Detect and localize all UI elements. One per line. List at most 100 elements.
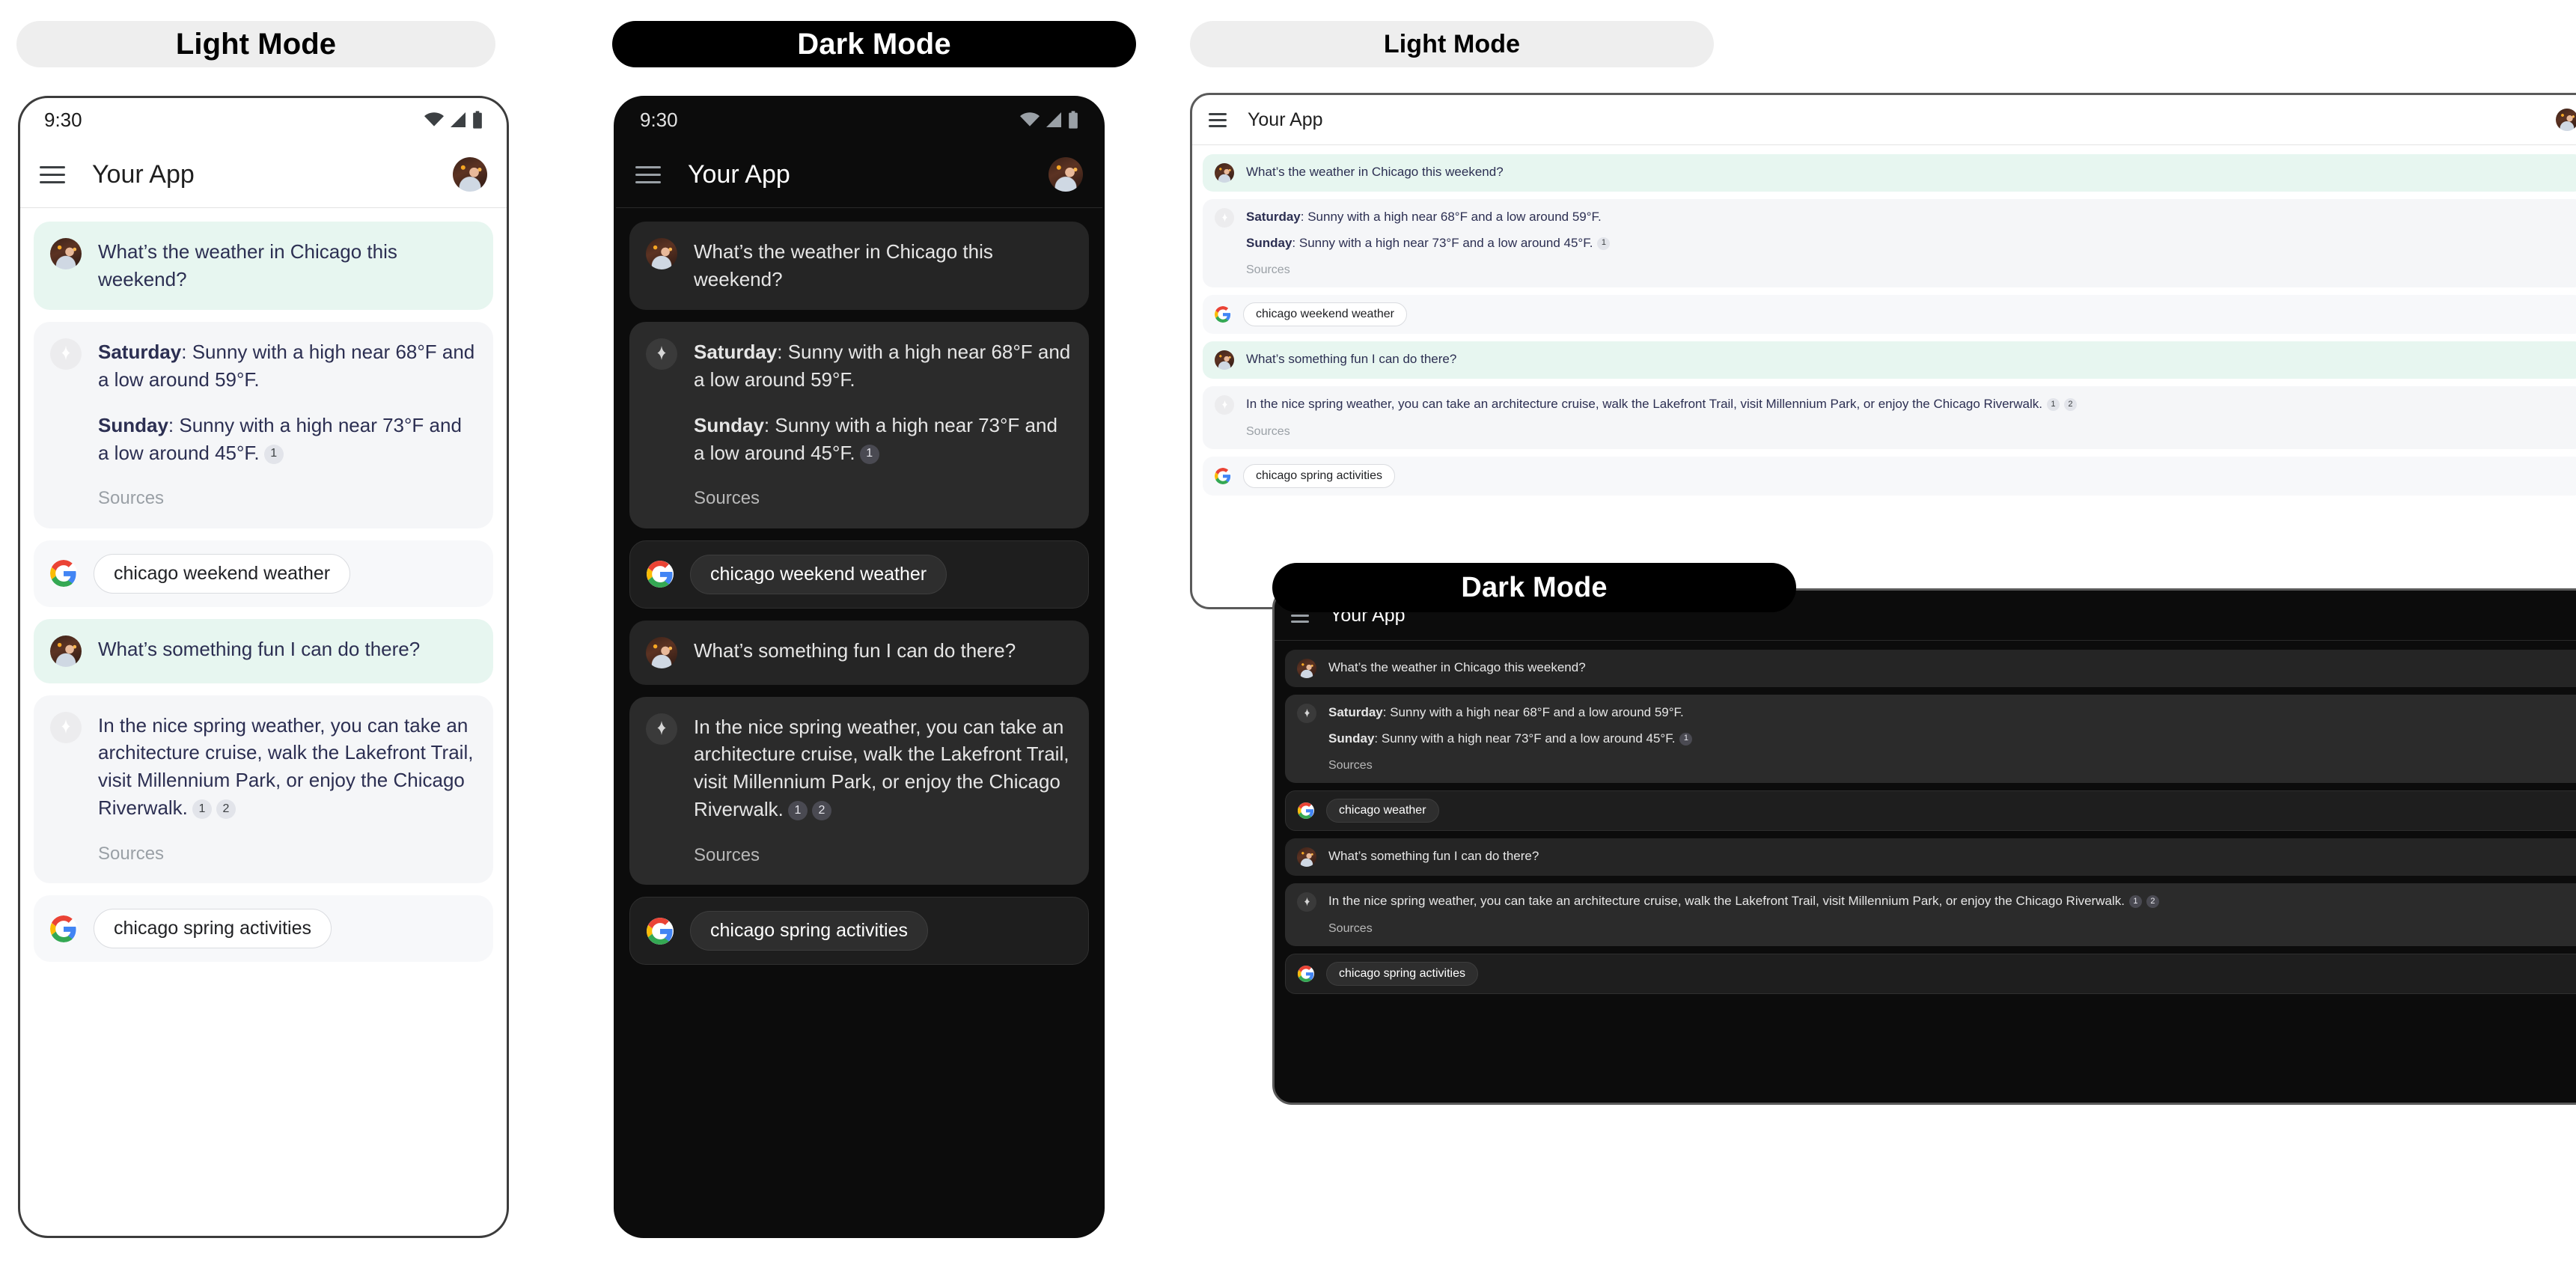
cell-signal-icon bbox=[1046, 112, 1061, 127]
avatar-slot[interactable] bbox=[453, 157, 487, 192]
avatar-slot[interactable] bbox=[1049, 157, 1083, 192]
google-logo bbox=[1215, 468, 1231, 485]
citation-badge[interactable]: 1 bbox=[1679, 732, 1693, 746]
hamburger-menu-icon[interactable] bbox=[40, 162, 65, 187]
weather-saturday-line: Saturday: Sunny with a high near 68°F an… bbox=[98, 338, 477, 394]
weather-saturday-line: Saturday: Sunny with a high near 68°F an… bbox=[1246, 208, 2572, 227]
sparkle-icon bbox=[1297, 892, 1316, 912]
citation-badge[interactable]: 1 bbox=[1597, 237, 1611, 250]
avatar-slot[interactable] bbox=[2556, 109, 2576, 131]
search-query-chip[interactable]: chicago weekend weather bbox=[1243, 302, 1408, 327]
user-avatar bbox=[646, 636, 677, 668]
conversation-list: What’s the weather in Chicago this weeke… bbox=[1192, 145, 2576, 496]
search-query-chip[interactable]: chicago weekend weather bbox=[690, 554, 947, 594]
user-message-text: What’s something fun I can do there? bbox=[98, 637, 421, 660]
citation-badge[interactable]: 2 bbox=[2063, 398, 2077, 412]
citation-badge[interactable]: 2 bbox=[2146, 895, 2159, 909]
activities-text: In the nice spring weather, you can take… bbox=[694, 715, 1069, 821]
battery-icon bbox=[473, 111, 482, 129]
label-tablet-dark-mode: Dark Mode bbox=[1272, 563, 1796, 612]
sparkle-icon bbox=[646, 713, 677, 745]
google-search-suggestion-row: chicago weekend weather bbox=[629, 540, 1089, 609]
app-bar: Your App bbox=[616, 141, 1102, 207]
citation-badge[interactable]: 2 bbox=[811, 801, 831, 821]
app-title: Your App bbox=[688, 159, 790, 189]
user-avatar bbox=[646, 238, 677, 269]
assistant-message-bubble: Saturday: Sunny with a high near 68°F an… bbox=[34, 321, 493, 528]
wifi-icon bbox=[424, 112, 444, 127]
label-phone-light-mode: Light Mode bbox=[16, 21, 495, 67]
assistant-message-text: In the nice spring weather, you can take… bbox=[1328, 892, 2576, 937]
citation-badge[interactable]: 1 bbox=[787, 801, 808, 821]
google-search-suggestion-row: chicago spring activities bbox=[34, 895, 493, 963]
assistant-message-text: Saturday: Sunny with a high near 68°F an… bbox=[98, 338, 477, 512]
user-avatar[interactable] bbox=[1049, 157, 1083, 192]
assistant-message-text: In the nice spring weather, you can take… bbox=[1246, 395, 2572, 440]
sources-link[interactable]: Sources bbox=[1246, 261, 2572, 278]
google-search-suggestion-row: chicago weekend weather bbox=[1203, 295, 2576, 335]
status-bar-clock: 9:30 bbox=[640, 108, 678, 131]
label-text: Light Mode bbox=[175, 27, 337, 61]
sources-link[interactable]: Sources bbox=[1328, 757, 2576, 774]
assistant-message-text: In the nice spring weather, you can take… bbox=[694, 713, 1072, 869]
assistant-message-bubble: In the nice spring weather, you can take… bbox=[34, 695, 493, 884]
citation-badge[interactable]: 1 bbox=[2046, 398, 2060, 412]
sources-link[interactable]: Sources bbox=[98, 841, 477, 867]
search-query-chip[interactable]: chicago spring activities bbox=[690, 911, 929, 951]
citation-badge[interactable]: 1 bbox=[263, 444, 284, 464]
sparkle-icon bbox=[50, 338, 82, 370]
assistant-message-bubble: In the nice spring weather, you can take… bbox=[1285, 883, 2576, 947]
search-query-chip[interactable]: chicago weekend weather bbox=[94, 553, 351, 594]
sparkle-icon bbox=[1215, 208, 1234, 228]
sources-link[interactable]: Sources bbox=[98, 486, 477, 511]
hamburger-menu-icon[interactable] bbox=[1209, 111, 1227, 129]
user-avatar[interactable] bbox=[2556, 109, 2576, 131]
battery-icon bbox=[1069, 111, 1078, 129]
search-query-chip[interactable]: chicago spring activities bbox=[1326, 962, 1478, 987]
cell-signal-icon bbox=[451, 112, 466, 127]
google-logo bbox=[1215, 306, 1231, 323]
saturday-label: Saturday bbox=[1246, 210, 1301, 224]
tablet-light-mode-mockup: Your App What’s the weather in Chicago t… bbox=[1190, 93, 2576, 609]
sources-link[interactable]: Sources bbox=[1328, 920, 2576, 937]
weather-sunday-line: Sunday: Sunny with a high near 73°F and … bbox=[1246, 234, 2572, 253]
label-text: Light Mode bbox=[1383, 29, 1521, 58]
sources-link[interactable]: Sources bbox=[1246, 423, 2572, 440]
citation-badge[interactable]: 2 bbox=[216, 799, 236, 820]
saturday-label: Saturday bbox=[98, 340, 182, 363]
citation-badge[interactable]: 1 bbox=[2128, 895, 2142, 909]
saturday-label: Saturday bbox=[1328, 705, 1383, 719]
wifi-icon bbox=[1020, 112, 1040, 127]
google-search-suggestion-row: chicago spring activities bbox=[1203, 457, 2576, 496]
label-text: Dark Mode bbox=[1461, 571, 1608, 603]
user-message-bubble: What’s something fun I can do there? bbox=[629, 620, 1089, 685]
assistant-message-text: Saturday: Sunny with a high near 68°F an… bbox=[1246, 208, 2572, 278]
sources-link[interactable]: Sources bbox=[694, 486, 1072, 511]
conversation-list: What’s the weather in Chicago this weeke… bbox=[20, 208, 507, 963]
citation-badge[interactable]: 1 bbox=[859, 444, 879, 464]
app-title: Your App bbox=[1248, 109, 1323, 130]
user-avatar[interactable] bbox=[453, 157, 487, 192]
assistant-message-text: Saturday: Sunny with a high near 68°F an… bbox=[694, 338, 1072, 512]
user-avatar bbox=[50, 635, 82, 667]
search-query-chip[interactable]: chicago spring activities bbox=[94, 909, 332, 949]
status-bar-system-icons bbox=[1020, 111, 1078, 129]
search-query-chip[interactable]: chicago spring activities bbox=[1243, 464, 1395, 489]
hamburger-menu-icon[interactable] bbox=[635, 162, 661, 187]
assistant-message-bubble: In the nice spring weather, you can take… bbox=[629, 696, 1089, 886]
status-bar: 9:30 bbox=[616, 98, 1102, 141]
google-logo bbox=[1298, 802, 1314, 820]
label-tablet-light-mode: Light Mode bbox=[1190, 21, 1714, 67]
weather-saturday-line: Saturday: Sunny with a high near 68°F an… bbox=[694, 338, 1072, 394]
app-bar: Your App bbox=[20, 141, 507, 207]
sparkle-icon bbox=[50, 711, 82, 743]
google-logo bbox=[647, 561, 674, 588]
phone-light-mode-mockup: 9:30 Your App What’s the weather in Chic… bbox=[18, 96, 509, 1238]
sources-link[interactable]: Sources bbox=[694, 843, 1072, 868]
citation-badge[interactable]: 1 bbox=[192, 799, 212, 820]
google-search-suggestion-row: chicago spring activities bbox=[1285, 954, 2576, 995]
google-search-suggestion-row: chicago weather bbox=[1285, 790, 2576, 832]
user-message-bubble: What’s the weather in Chicago this weeke… bbox=[1285, 650, 2576, 687]
assistant-message-bubble: Saturday: Sunny with a high near 68°F an… bbox=[1285, 695, 2576, 784]
search-query-chip[interactable]: chicago weather bbox=[1326, 799, 1439, 823]
